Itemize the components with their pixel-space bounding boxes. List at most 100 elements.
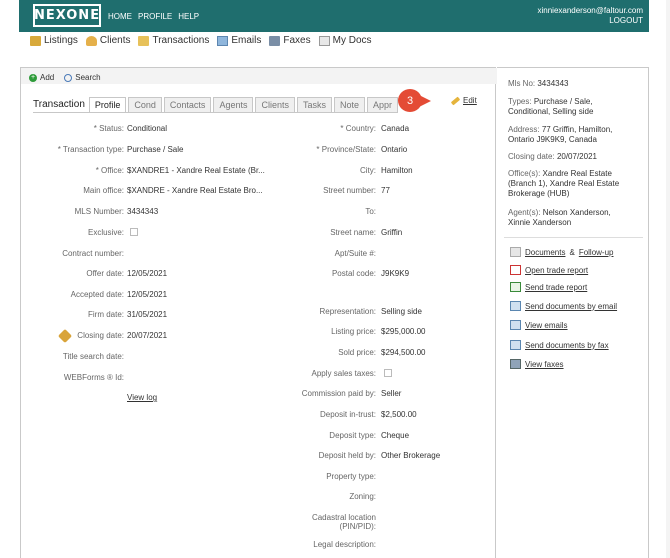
open-trade-report-row: Open trade report bbox=[510, 265, 588, 275]
tab-tasks[interactable]: Tasks bbox=[296, 97, 332, 113]
street-number-value: 77 bbox=[381, 186, 390, 195]
nav-clients[interactable]: Clients bbox=[85, 35, 131, 46]
exclusive-checkbox[interactable] bbox=[130, 228, 138, 236]
ampersand: & bbox=[569, 247, 575, 257]
tab-cond[interactable]: Cond bbox=[128, 97, 162, 113]
sidebar-types-line2: Conditional, Selling side bbox=[508, 107, 594, 116]
nav-mydocs[interactable]: My Docs bbox=[318, 35, 372, 46]
sidebar-offices-line3: Brokerage (HUB) bbox=[508, 189, 570, 198]
sidebar-address-label: Address: bbox=[508, 125, 540, 134]
listing-price-value: $295,000.00 bbox=[381, 327, 426, 336]
cadastral-label-line1: Cadastral location bbox=[311, 513, 376, 522]
deposit-held-value: Other Brokerage bbox=[381, 451, 441, 460]
country-label: * Country: bbox=[340, 124, 376, 133]
send-docs-email-link[interactable]: Send documents by email bbox=[525, 302, 617, 311]
zoning-label: Zoning: bbox=[349, 492, 376, 501]
email-send-icon bbox=[510, 301, 521, 311]
tab-contacts[interactable]: Contacts bbox=[163, 97, 212, 113]
main-office-value: $XANDRE - Xandre Real Estate Bro... bbox=[127, 186, 263, 195]
send-docs-fax-link[interactable]: Send documents by fax bbox=[525, 341, 609, 350]
send-trade-report-link[interactable]: Send trade report bbox=[525, 283, 587, 292]
nav-listings-label: Listings bbox=[44, 35, 78, 46]
tab-section-title: Transaction bbox=[33, 99, 85, 110]
edit-label: Edit bbox=[463, 96, 477, 105]
tab-appr[interactable]: Appr bbox=[367, 97, 399, 113]
followup-link[interactable]: Follow-up bbox=[579, 248, 614, 257]
tab-note[interactable]: Note bbox=[334, 97, 366, 113]
representation-label: Representation: bbox=[319, 307, 376, 316]
view-emails-row: View emails bbox=[510, 320, 568, 330]
view-emails-link[interactable]: View emails bbox=[525, 321, 568, 330]
fax-icon bbox=[510, 359, 521, 369]
apt-suite-label: Apt/Suite #: bbox=[334, 249, 376, 258]
nav-faxes[interactable]: Faxes bbox=[269, 35, 311, 46]
logout-link[interactable]: LOGOUT bbox=[537, 16, 643, 26]
envelope-icon bbox=[217, 35, 229, 46]
sidebar-agents-label: Agent(s): bbox=[508, 208, 541, 217]
tab-clients[interactable]: Clients bbox=[255, 97, 295, 113]
deposit-held-label: Deposit held by: bbox=[318, 451, 376, 460]
fax-send-icon bbox=[510, 340, 521, 350]
search-button[interactable]: Search bbox=[64, 73, 101, 82]
province-value: Ontario bbox=[381, 145, 408, 154]
documents-followup-link: Documents & Follow-up bbox=[510, 247, 614, 257]
nav-transactions-label: Transactions bbox=[152, 35, 210, 46]
sales-taxes-checkbox[interactable] bbox=[384, 369, 392, 377]
sidebar-offices-line1: Xandre Real Estate bbox=[542, 169, 612, 178]
add-label: Add bbox=[40, 73, 55, 82]
sidebar-closing: Closing date: 20/07/2021 bbox=[508, 152, 597, 162]
property-type-label: Property type: bbox=[326, 472, 376, 481]
sidebar-agents-line1: Nelson Xanderson, bbox=[542, 208, 611, 217]
nav-home[interactable]: HOME bbox=[108, 12, 132, 21]
sidebar-offices-line2: (Branch 1), Xandre Real Estate bbox=[508, 179, 620, 188]
legal-description-label: Legal description: bbox=[313, 540, 376, 549]
country-value: Canada bbox=[381, 124, 410, 133]
nav-transactions[interactable]: Transactions bbox=[138, 35, 209, 46]
documents-link[interactable]: Documents bbox=[525, 248, 565, 257]
tab-profile[interactable]: Profile bbox=[88, 97, 127, 113]
search-label: Search bbox=[75, 73, 101, 82]
document-icon bbox=[318, 35, 330, 46]
tab-agents[interactable]: Agents bbox=[213, 97, 254, 113]
sidebar-agents: Agent(s): Nelson Xanderson, Xinnie Xande… bbox=[508, 208, 611, 228]
nav-profile[interactable]: PROFILE bbox=[138, 12, 172, 21]
city-value: Hamilton bbox=[381, 166, 413, 175]
title-search-date-label: Title search date: bbox=[62, 352, 124, 361]
webforms-id-label: WEBForms ® Id: bbox=[63, 373, 124, 382]
sales-taxes-label: Apply sales taxes: bbox=[311, 369, 376, 378]
street-name-label: Street name: bbox=[330, 228, 376, 237]
sidebar-closing-label: Closing date: bbox=[508, 152, 555, 161]
street-number-label: Street number: bbox=[323, 186, 376, 195]
office-label: * Office: bbox=[95, 166, 124, 175]
sidebar-address-line1: 77 Griffin, Hamilton, bbox=[541, 125, 613, 134]
nav-mydocs-label: My Docs bbox=[332, 35, 372, 46]
view-faxes-link[interactable]: View faxes bbox=[525, 360, 564, 369]
nav-listings[interactable]: Listings bbox=[30, 35, 78, 46]
edit-button[interactable]: Edit bbox=[450, 96, 477, 105]
add-button[interactable]: + Add bbox=[29, 73, 54, 82]
nav-help[interactable]: HELP bbox=[178, 12, 199, 21]
page-scrollbar[interactable] bbox=[666, 0, 670, 558]
commission-value: Seller bbox=[381, 389, 402, 398]
sidebar-closing-value: 20/07/2021 bbox=[556, 152, 597, 161]
top-bar: NEXONE HOME PROFILE HELP xinniexanderson… bbox=[19, 0, 649, 32]
document-icon bbox=[510, 247, 521, 257]
panel-toolbar: + Add Search bbox=[21, 68, 497, 84]
transaction-type-value: Purchase / Sale bbox=[127, 145, 184, 154]
exclusive-label: Exclusive: bbox=[87, 228, 124, 237]
to-label: To: bbox=[365, 207, 376, 216]
sidebar-agents-line2: Xinnie Xanderson bbox=[508, 218, 572, 227]
fax-icon bbox=[269, 35, 281, 46]
deposit-trust-value: $2,500.00 bbox=[381, 410, 417, 419]
office-value: $XANDRE1 - Xandre Real Estate (Br... bbox=[127, 166, 265, 175]
open-trade-report-link[interactable]: Open trade report bbox=[525, 266, 588, 275]
nav-emails[interactable]: Emails bbox=[217, 35, 261, 46]
sidebar-offices: Office(s): Xandre Real Estate (Branch 1)… bbox=[508, 169, 619, 199]
nexone-logo[interactable]: NEXONE bbox=[33, 4, 101, 27]
nav-clients-label: Clients bbox=[99, 35, 131, 46]
sidebar-types-line1: Purchase / Sale, bbox=[533, 97, 593, 106]
send-trade-report-row: Send trade report bbox=[510, 282, 587, 292]
view-log-link[interactable]: View log bbox=[127, 393, 157, 402]
commission-label: Commission paid by: bbox=[301, 389, 376, 398]
deposit-trust-label: Deposit in-trust: bbox=[319, 410, 376, 419]
